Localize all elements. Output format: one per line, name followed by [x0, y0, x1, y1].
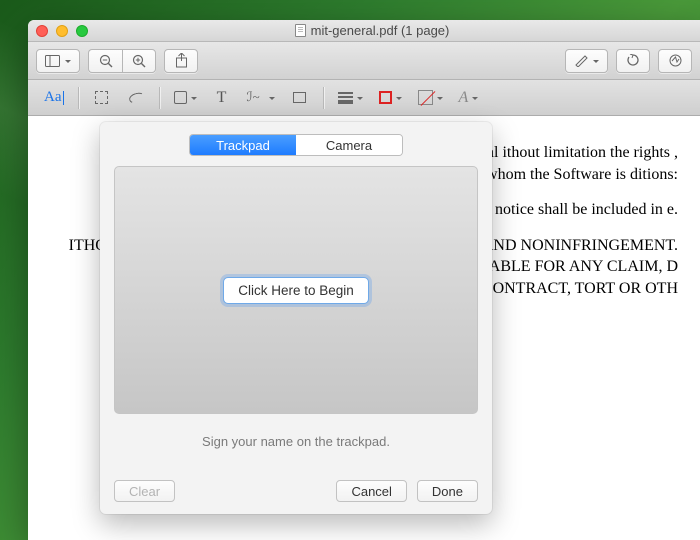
tab-trackpad[interactable]: Trackpad — [190, 135, 296, 155]
text-selection-tool[interactable]: Aa — [38, 87, 70, 109]
border-color-icon — [379, 91, 392, 104]
cancel-button[interactable]: Cancel — [336, 480, 406, 502]
markup-toggle-button[interactable] — [658, 49, 692, 73]
signature-canvas[interactable]: Click Here to Begin — [114, 166, 478, 414]
signature-source-tabs: Trackpad Camera — [189, 134, 403, 156]
sidebar-view-button[interactable] — [36, 49, 80, 73]
shapes-tool[interactable] — [168, 87, 203, 109]
zoom-out-button[interactable] — [88, 49, 122, 73]
selection-icon — [95, 91, 108, 104]
zoom-in-button[interactable] — [122, 49, 156, 73]
text-tool[interactable]: T — [207, 87, 237, 109]
text-icon: T — [217, 89, 227, 107]
share-button[interactable] — [164, 49, 198, 73]
note-tool[interactable] — [285, 87, 315, 109]
tab-camera[interactable]: Camera — [296, 135, 402, 155]
clear-button[interactable]: Clear — [114, 480, 175, 502]
sketch-icon — [129, 93, 143, 103]
titlebar: mit-general.pdf (1 page) — [28, 20, 700, 42]
text-style-icon: Aa — [44, 89, 62, 106]
no-fill-icon — [418, 90, 433, 105]
window-title: mit-general.pdf (1 page) — [311, 23, 450, 38]
lines-icon — [338, 90, 353, 106]
highlight-button[interactable] — [565, 49, 608, 73]
close-window-button[interactable] — [36, 25, 48, 37]
shape-icon — [174, 91, 187, 104]
border-color-tool[interactable] — [373, 87, 408, 109]
sketch-tool[interactable] — [121, 87, 151, 109]
begin-signing-button[interactable]: Click Here to Begin — [223, 277, 369, 304]
app-window: mit-general.pdf (1 page) Aa — [28, 20, 700, 540]
font-style-tool[interactable]: A — [453, 87, 485, 109]
sign-tool[interactable]: ℐ~ — [241, 87, 281, 109]
note-icon — [293, 92, 306, 103]
rotate-button[interactable] — [616, 49, 650, 73]
signature-icon: ℐ~ — [247, 89, 265, 105]
rectangular-selection-tool[interactable] — [87, 87, 117, 109]
font-icon: A — [459, 89, 469, 107]
main-toolbar — [28, 42, 700, 80]
markup-toolbar: Aa T ℐ~ A — [28, 80, 700, 116]
signature-popover: Trackpad Camera Click Here to Begin Sign… — [100, 122, 492, 514]
line-weight-tool[interactable] — [332, 87, 369, 109]
done-button[interactable]: Done — [417, 480, 478, 502]
document-icon — [295, 24, 306, 37]
signature-hint: Sign your name on the trackpad. — [100, 434, 492, 449]
fill-color-tool[interactable] — [412, 87, 449, 109]
